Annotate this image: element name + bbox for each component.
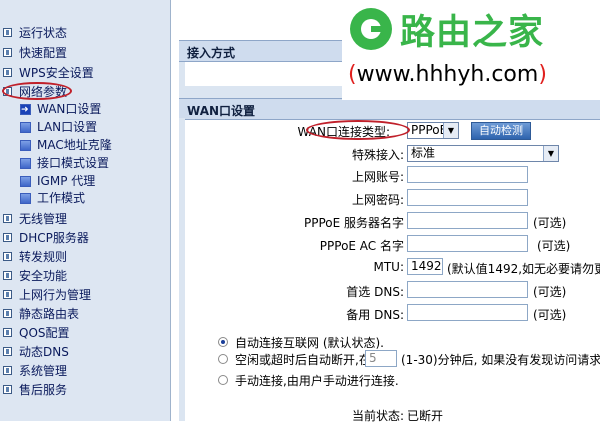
status-label: 当前状态:: [351, 409, 404, 423]
expand-icon: [3, 28, 12, 37]
sidebar-subitem-label: IGMP 代理: [37, 174, 96, 188]
sidebar-item-label: 安全功能: [19, 269, 68, 283]
expand-icon: [3, 347, 12, 356]
expand-icon: [3, 385, 12, 394]
manual-connect-radio[interactable]: [218, 375, 228, 385]
conn-type-value: PPPoE: [411, 123, 448, 137]
expand-icon: [3, 233, 12, 242]
section-title: 接入方式: [187, 46, 236, 60]
account-input[interactable]: [407, 166, 528, 183]
sidebar-item-label: 上网行为管理: [19, 288, 92, 302]
mtu-hint: (默认值1492,如无必要请勿更改: [447, 262, 600, 276]
idle-disconnect-suffix: (1-30)分钟后, 如果没有发现访问请求, 就: [401, 353, 600, 367]
sidebar-item-label: 无线管理: [19, 212, 68, 226]
sidebar-item-label: DHCP服务器: [19, 231, 89, 245]
sidebar-item-label: 静态路由表: [19, 307, 80, 321]
idle-minutes-input[interactable]: 5: [365, 350, 397, 367]
password-label: 上网密码:: [351, 193, 404, 207]
section-title: WAN口设置: [187, 104, 256, 118]
watermark-title: 路由之家: [400, 13, 545, 53]
expand-icon: [3, 309, 12, 318]
expand-icon: [3, 48, 12, 57]
page-icon: [20, 122, 31, 133]
sidebar-item-label: QOS配置: [19, 326, 70, 340]
sidebar-item-label: WPS安全设置: [19, 66, 94, 80]
status-value: 已断开: [407, 409, 444, 423]
url-text: www.hhhyh.com: [356, 62, 539, 87]
ac-name-input[interactable]: [407, 235, 528, 252]
watermark: 路由之家 (www.hhhyh.com): [342, 0, 600, 100]
expand-icon: [3, 328, 12, 337]
server-name-label: PPPoE 服务器名字: [303, 216, 404, 230]
special-access-label: 特殊接入:: [351, 148, 404, 162]
url-paren-open: (: [348, 62, 357, 87]
chevron-down-icon: ▼: [443, 123, 458, 138]
expand-icon: [3, 271, 12, 280]
special-access-select[interactable]: 标准 ▼: [407, 145, 559, 162]
expand-icon: [3, 252, 12, 261]
sidebar-subitem-label: 工作模式: [37, 191, 86, 205]
sidebar-item-label: 转发规则: [19, 250, 68, 264]
manual-connect-label: 手动连接,由用户手动进行连接.: [235, 374, 399, 388]
special-access-value: 标准: [411, 146, 436, 160]
arrow-right-icon: [20, 102, 31, 119]
sidebar-subitem-label: WAN口设置: [37, 102, 102, 116]
sidebar-item-label: 动态DNS: [19, 345, 69, 359]
expand-icon: [3, 366, 12, 375]
idle-disconnect-prefix: 空闲或超时后自动断开,在: [235, 353, 371, 367]
ac-name-label: PPPoE AC 名字: [319, 239, 404, 253]
idle-disconnect-radio[interactable]: [218, 354, 228, 364]
sidebar: 运行状态 快速配置 WPS安全设置 网络参数 WAN口设置 LAN口设置 MAC…: [0, 0, 171, 421]
expand-icon: [3, 214, 12, 223]
watermark-url: (www.hhhyh.com): [348, 62, 547, 87]
conn-type-select[interactable]: PPPoE ▼: [407, 122, 459, 139]
dns2-label: 备用 DNS:: [346, 308, 404, 322]
sidebar-subitem-label: 接口模式设置: [37, 156, 110, 170]
annotation-circle: [2, 82, 72, 100]
auto-connect-label: 自动连接互联网 (默认状态).: [235, 336, 384, 350]
mtu-label: MTU:: [373, 260, 404, 274]
mtu-input[interactable]: 1492: [407, 258, 443, 275]
wan-section-header: WAN口设置: [179, 98, 600, 120]
password-input[interactable]: [407, 189, 528, 206]
frame-left-edge: [179, 118, 185, 421]
auto-connect-radio[interactable]: [218, 337, 228, 347]
page-icon: [20, 158, 31, 169]
sidebar-item-label: 售后服务: [19, 383, 68, 397]
wan-form: WAN口连接类型: PPPoE ▼ 自动检测 特殊接入: 标准 ▼ 上网账号: …: [185, 120, 600, 423]
dns1-input[interactable]: [407, 281, 528, 298]
dns2-input[interactable]: [407, 304, 528, 321]
chevron-down-icon: ▼: [543, 146, 558, 161]
site-logo-icon: [350, 8, 392, 50]
server-name-input[interactable]: [407, 212, 528, 229]
sidebar-subitem-label: MAC地址克隆: [37, 138, 112, 152]
sidebar-subitem-label: LAN口设置: [37, 120, 98, 134]
url-paren-close: ): [538, 62, 547, 87]
account-label: 上网账号:: [351, 170, 404, 184]
page-icon: [20, 176, 31, 187]
page-icon: [20, 193, 31, 204]
ac-name-hint: (可选): [537, 239, 571, 253]
auto-detect-button[interactable]: 自动检测: [471, 122, 531, 140]
annotation-circle: [306, 120, 410, 140]
sidebar-item-label: 运行状态: [19, 26, 68, 40]
dns2-hint: (可选): [533, 308, 567, 322]
dns1-label: 首选 DNS:: [346, 285, 404, 299]
sidebar-item-label: 系统管理: [19, 364, 68, 378]
page-icon: [20, 140, 31, 151]
dns1-hint: (可选): [533, 285, 567, 299]
expand-icon: [3, 68, 12, 77]
server-name-hint: (可选): [533, 216, 567, 230]
sidebar-item-label: 快速配置: [19, 46, 68, 60]
expand-icon: [3, 290, 12, 299]
